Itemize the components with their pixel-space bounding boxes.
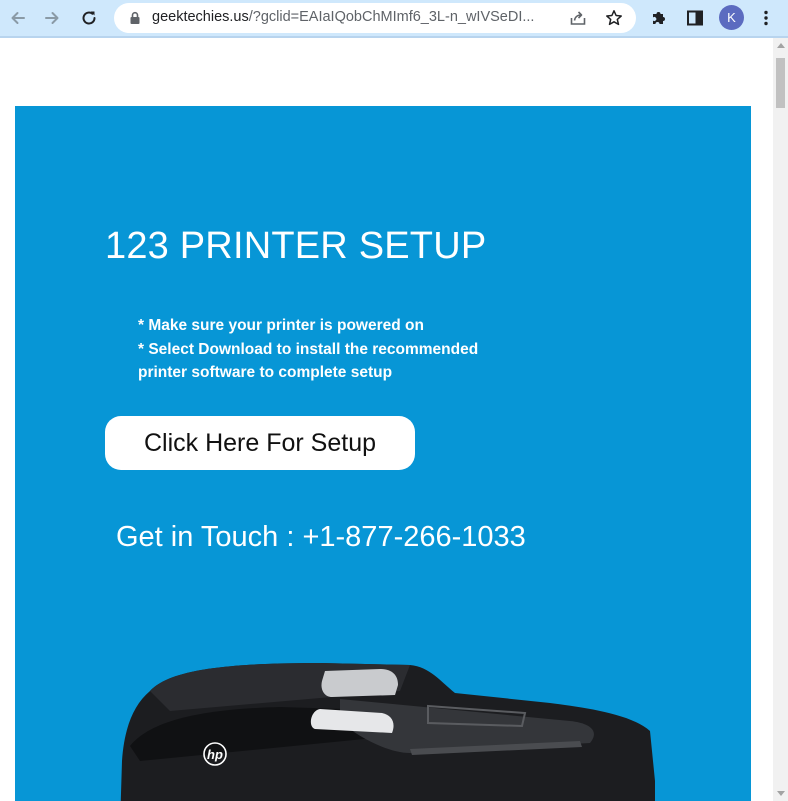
kebab-menu-icon	[764, 10, 768, 26]
contact-phone[interactable]: Get in Touch : +1-877-266-1033	[116, 521, 526, 554]
profile-avatar[interactable]: K	[719, 5, 744, 30]
forward-arrow-icon	[45, 12, 59, 24]
address-bar[interactable]: geektechies.us/?gclid=EAIaIQobChMImf6_3L…	[114, 3, 636, 33]
extensions-button[interactable]	[645, 4, 673, 32]
reload-button[interactable]	[75, 4, 103, 32]
forward-button[interactable]	[38, 4, 66, 32]
instruction-line: printer software to complete setup	[138, 364, 393, 381]
extensions-puzzle-icon	[653, 12, 665, 24]
scroll-thumb[interactable]	[776, 58, 785, 108]
browser-toolbar: geektechies.us/?gclid=EAIaIQobChMImf6_3L…	[0, 0, 788, 36]
back-button[interactable]	[4, 4, 32, 32]
hero-section: 123 PRINTER SETUP * Make sure your print…	[15, 106, 751, 801]
url-text[interactable]: geektechies.us/?gclid=EAIaIQobChMImf6_3L…	[152, 9, 554, 25]
printer-image: hp	[120, 663, 655, 801]
page-viewport: 123 PRINTER SETUP * Make sure your print…	[0, 38, 773, 801]
instruction-line: * Select Download to install the recomme…	[138, 340, 479, 358]
instruction-line: * Make sure your printer is powered on	[138, 317, 424, 334]
reload-icon	[82, 11, 96, 25]
scroll-up-arrow-icon[interactable]	[776, 43, 785, 48]
printer-brand-logo: hp	[207, 747, 223, 762]
side-panel-button[interactable]	[681, 4, 709, 32]
back-arrow-icon	[11, 12, 25, 24]
setup-button[interactable]: Click Here For Setup	[105, 416, 415, 470]
share-icon[interactable]	[568, 8, 588, 28]
side-panel-icon	[687, 10, 703, 26]
scroll-down-arrow-icon[interactable]	[776, 791, 785, 796]
browser-menu-button[interactable]	[752, 4, 780, 32]
page-scrollbar[interactable]	[773, 38, 788, 801]
star-icon[interactable]	[604, 8, 624, 28]
hero-title: 123 PRINTER SETUP	[105, 225, 487, 267]
lock-icon[interactable]	[125, 8, 145, 28]
setup-instructions: * Make sure your printer is powered on *…	[138, 314, 478, 385]
